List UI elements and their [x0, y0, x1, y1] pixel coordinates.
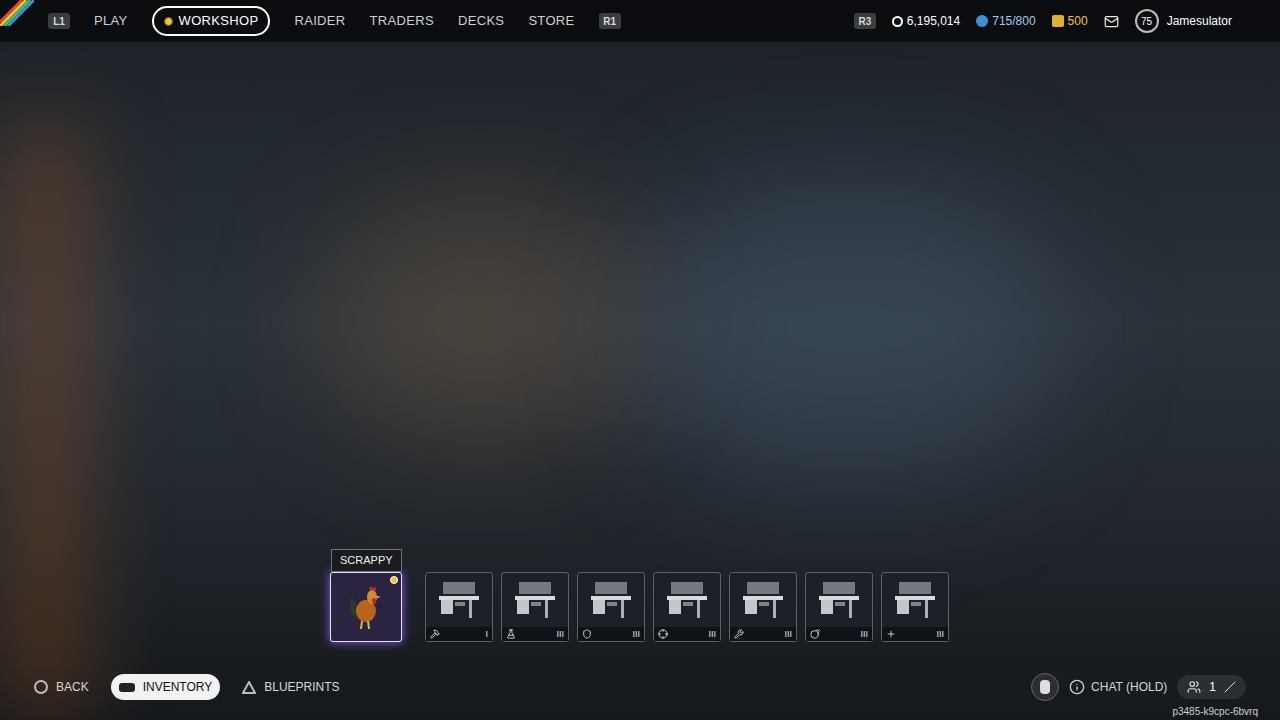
workstation-card[interactable]: III: [881, 572, 949, 642]
card-tooltip: SCRAPPY: [331, 549, 402, 572]
session-code: p3485-k9cpc-6bvrq: [1172, 704, 1258, 719]
rainbow-logo-icon: [0, 0, 34, 26]
player[interactable]: 75Jamesulator: [1135, 9, 1232, 33]
bottom-action[interactable]: BACK: [34, 678, 89, 696]
circle-button-icon: [34, 680, 48, 694]
stash-icon: [976, 15, 988, 27]
new-badge-icon: [390, 576, 398, 584]
tier-label: III: [632, 630, 640, 639]
workstation-card[interactable]: SCRAPPY: [330, 572, 402, 642]
station-type-icon: [430, 629, 440, 639]
workstation-card[interactable]: III: [805, 572, 873, 642]
nav-tab[interactable]: STORE: [528, 11, 574, 31]
credits: 500: [1052, 12, 1088, 30]
workstation-card[interactable]: III: [577, 572, 645, 642]
mail-icon[interactable]: [1104, 14, 1119, 29]
tier-label: III: [936, 630, 944, 639]
tier-label: I: [485, 630, 488, 639]
triangle-button-icon: [242, 681, 256, 694]
mute-icon: [1224, 681, 1236, 693]
party-icon: [1187, 680, 1201, 694]
nav-tab[interactable]: TRADERS: [370, 11, 434, 31]
workbench-icon: [815, 580, 863, 620]
nav-tab[interactable]: RAIDER: [294, 11, 345, 31]
nav-tab[interactable]: PLAY: [94, 11, 128, 31]
tier-label: III: [556, 630, 564, 639]
station-type-icon: [734, 629, 744, 639]
workshop-screen: L1 PLAY WORKSHOP RAIDER TRADERS DECKS STORE R1 R…: [0, 0, 1280, 720]
session-footer: p3485-k9cpc-6bvrq: [0, 702, 1280, 720]
workstation-area: SCRAPPYIIIIIIIIIIIIIIIIIII: [0, 42, 1280, 672]
active-dot-icon: [164, 17, 173, 26]
rooster-icon: [346, 583, 386, 631]
party-pill[interactable]: 1: [1177, 675, 1246, 699]
nav-tab[interactable]: DECKS: [458, 11, 504, 31]
r1-button[interactable]: R1: [599, 13, 621, 29]
stash-capacity: 715/800: [976, 12, 1035, 30]
workstation-row: SCRAPPYIIIIIIIIIIIIIIIIIII: [330, 572, 1280, 642]
top-bar: L1 PLAY WORKSHOP RAIDER TRADERS DECKS STORE R1 R…: [0, 0, 1280, 42]
station-type-icon: [658, 629, 668, 639]
workbench-icon: [663, 580, 711, 620]
info-icon: [1069, 679, 1085, 695]
workstation-card[interactable]: III: [653, 572, 721, 642]
workbench-icon: [435, 580, 483, 620]
workbench-icon: [739, 580, 787, 620]
l1-button[interactable]: L1: [48, 13, 70, 29]
workstation-card[interactable]: III: [729, 572, 797, 642]
station-type-icon: [582, 629, 592, 639]
workbench-icon: [587, 580, 635, 620]
nav-tab[interactable]: WORKSHOP: [152, 6, 271, 36]
station-type-icon: [810, 629, 820, 639]
chat-hint[interactable]: CHAT (HOLD): [1069, 678, 1167, 696]
bottom-action[interactable]: INVENTORY: [111, 674, 221, 700]
coins: 6,195,014: [892, 12, 960, 30]
station-type-icon: [506, 629, 516, 639]
r3-button[interactable]: R3: [854, 13, 876, 29]
chat-emblem-icon[interactable]: [1031, 673, 1059, 701]
credits-icon: [1052, 15, 1064, 27]
coin-icon: [892, 16, 903, 27]
bottom-bar: BACK INVENTORY BLUEPRINTS CHAT (HOLD) 1: [0, 672, 1280, 702]
touchpad-icon: [119, 683, 135, 692]
workstation-card[interactable]: I: [425, 572, 493, 642]
level-badge: 75: [1135, 9, 1159, 33]
workstation-card[interactable]: III: [501, 572, 569, 642]
station-type-icon: [886, 629, 896, 639]
tier-label: III: [708, 630, 716, 639]
tier-label: III: [784, 630, 792, 639]
workbench-icon: [891, 580, 939, 620]
workbench-icon: [511, 580, 559, 620]
bottom-action[interactable]: BLUEPRINTS: [242, 678, 339, 696]
tier-label: III: [860, 630, 868, 639]
